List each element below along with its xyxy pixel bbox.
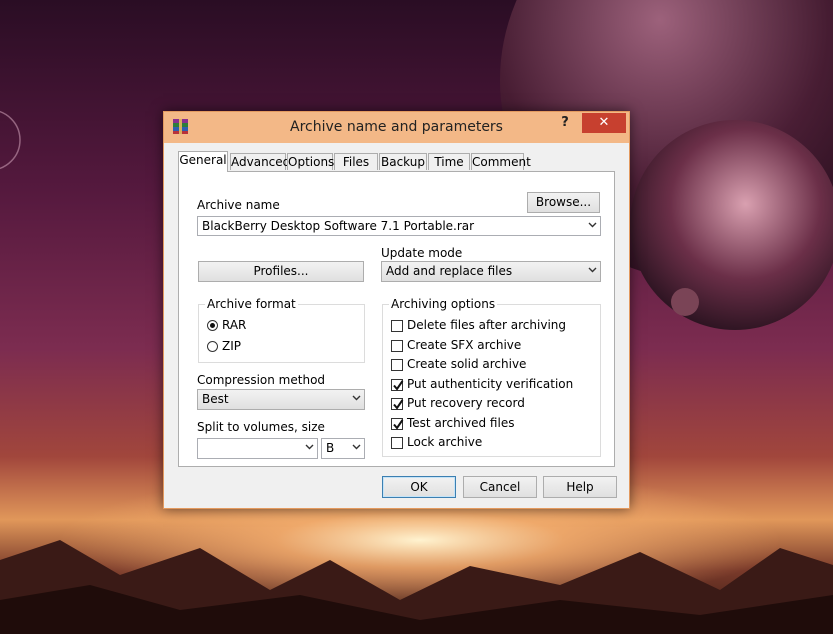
split-volumes-label: Split to volumes, size xyxy=(197,420,325,434)
checkmark-icon xyxy=(393,418,404,430)
rar-label: RAR xyxy=(222,318,247,332)
split-unit-value: B xyxy=(326,441,335,455)
chevron-down-icon xyxy=(588,222,597,228)
tab-options[interactable]: Options xyxy=(287,153,334,170)
archive-format-label: Archive format xyxy=(205,297,298,311)
tab-time[interactable]: Time xyxy=(428,153,470,170)
compression-method-value: Best xyxy=(202,392,229,406)
profiles-button[interactable]: Profiles... xyxy=(198,261,364,282)
archive-name-value: BlackBerry Desktop Software 7.1 Portable… xyxy=(202,219,475,233)
archive-name-combo[interactable]: BlackBerry Desktop Software 7.1 Portable… xyxy=(197,216,601,236)
tab-advanced[interactable]: Advanced xyxy=(230,153,290,170)
archive-dialog: Archive name and parameters ? ✕ General … xyxy=(163,111,630,509)
compression-method-label: Compression method xyxy=(197,373,326,387)
archive-name-label: Archive name xyxy=(197,198,280,212)
update-mode-select[interactable]: Add and replace files xyxy=(381,261,601,282)
chevron-down-icon xyxy=(305,444,314,450)
tab-backup[interactable]: Backup xyxy=(379,153,427,170)
tab-comment[interactable]: Comment xyxy=(471,153,531,170)
option-label: Test archived files xyxy=(407,415,515,430)
chevron-down-icon xyxy=(588,267,597,273)
option-label: Lock archive xyxy=(407,435,483,449)
general-panel: Archive name Browse... BlackBerry Deskto… xyxy=(178,171,615,467)
zip-radio[interactable] xyxy=(207,341,218,352)
tab-general[interactable]: General xyxy=(178,151,228,172)
option-checkbox[interactable] xyxy=(391,417,404,430)
option-checkbox[interactable] xyxy=(391,378,404,391)
ok-button[interactable]: OK xyxy=(382,476,456,498)
archiving-options-label: Archiving options xyxy=(389,297,498,311)
option-label: Create solid archive xyxy=(407,357,527,371)
chevron-down-icon xyxy=(352,444,361,450)
update-mode-value: Add and replace files xyxy=(386,264,513,278)
option-checkbox[interactable] xyxy=(391,398,404,410)
update-mode-label: Update mode xyxy=(381,246,463,260)
rar-radio[interactable] xyxy=(207,320,218,331)
tab-files[interactable]: Files xyxy=(334,153,378,170)
checkmark-icon xyxy=(393,379,404,391)
help-title-button[interactable]: ? xyxy=(557,115,573,135)
split-size-combo[interactable] xyxy=(197,438,318,459)
option-label: Put authenticity verification xyxy=(407,376,574,391)
archiving-options-group: Archiving options Delete files after arc… xyxy=(382,297,601,457)
option-checkbox[interactable] xyxy=(391,320,403,332)
archive-format-group: Archive format RAR ZIP xyxy=(198,297,365,363)
dialog-client: General Advanced Options Files Backup Ti… xyxy=(171,143,622,503)
option-checkbox[interactable] xyxy=(391,437,403,449)
cancel-button[interactable]: Cancel xyxy=(463,476,537,498)
option-label: Create SFX archive xyxy=(407,337,522,352)
close-button[interactable]: ✕ xyxy=(582,113,626,133)
option-label: Put recovery record xyxy=(407,396,525,410)
zip-label: ZIP xyxy=(222,339,241,353)
option-checkbox[interactable] xyxy=(391,339,403,352)
compression-method-select[interactable]: Best xyxy=(197,389,365,410)
chevron-down-icon xyxy=(352,395,361,401)
browse-button[interactable]: Browse... xyxy=(527,192,600,213)
title-bar[interactable]: Archive name and parameters ? ✕ xyxy=(164,112,629,143)
checkmark-icon xyxy=(393,399,404,410)
option-label: Delete files after archiving xyxy=(407,318,567,332)
split-unit-select[interactable]: B xyxy=(321,438,365,459)
help-button[interactable]: Help xyxy=(543,476,617,498)
option-checkbox[interactable] xyxy=(391,359,403,371)
